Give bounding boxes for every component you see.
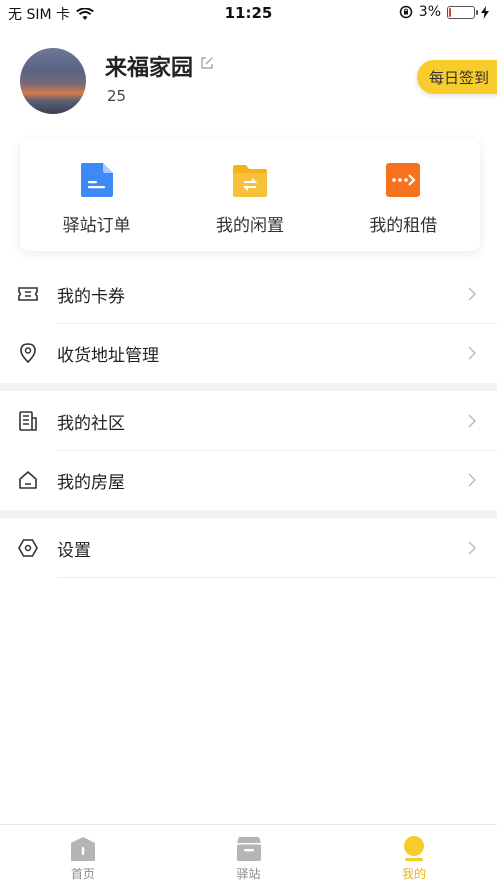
shortcut-label: 驿站订单 (62, 216, 131, 236)
chevron-right-icon (468, 287, 477, 301)
hexagon-settings-icon (18, 539, 38, 557)
rotation-lock-icon (399, 5, 413, 19)
shortcut-label: 我的闲置 (215, 216, 284, 236)
menu-label: 我的房屋 (57, 472, 125, 493)
shortcut-card: 驿站订单 我的闲置 我的租借 (20, 139, 480, 251)
profile-count: 25 (107, 87, 127, 105)
shortcut-station-orders[interactable]: 驿站订单 (20, 139, 173, 251)
building-icon (19, 411, 37, 431)
battery-percent: 3% (418, 4, 441, 20)
chevron-right-icon (468, 541, 477, 555)
menu-item-house[interactable]: 我的房屋 (0, 451, 497, 509)
folder-swap-icon (232, 165, 267, 197)
tab-station[interactable]: 驿站 (166, 825, 332, 883)
menu-label: 设置 (57, 540, 91, 561)
chevron-right-icon (468, 346, 477, 360)
avatar[interactable] (20, 48, 86, 114)
profile-name: 来福家园 (105, 56, 194, 81)
box-icon (236, 837, 261, 861)
battery-icon (447, 5, 478, 19)
charging-bolt-icon (481, 5, 489, 19)
home-icon (70, 837, 95, 861)
ticket-icon (18, 287, 38, 301)
tab-label: 驿站 (236, 867, 261, 881)
user-icon (404, 836, 425, 861)
tab-label: 我的 (402, 867, 427, 881)
menu-label: 我的社区 (57, 413, 125, 434)
battery-level (449, 7, 451, 17)
daily-signin-label: 每日签到 (429, 68, 490, 87)
tab-label: 首页 (70, 867, 95, 881)
shortcut-my-idle[interactable]: 我的闲置 (173, 139, 326, 251)
menu-label: 收货地址管理 (57, 345, 159, 366)
section-gap (0, 383, 497, 391)
daily-signin-button[interactable]: 每日签到 (417, 60, 497, 94)
section-gap (0, 510, 497, 518)
arrow-right-box-icon (386, 163, 421, 197)
chevron-right-icon (468, 414, 477, 428)
menu-label: 我的卡券 (57, 286, 125, 307)
menu-item-settings[interactable]: 设置 (0, 519, 497, 577)
location-pin-icon (20, 343, 36, 364)
shortcut-my-rentals[interactable]: 我的租借 (327, 139, 480, 251)
tab-home[interactable]: 首页 (0, 825, 166, 883)
status-bar: 无 SIM 卡 11:25 3% (0, 0, 497, 26)
tab-mine[interactable]: 我的 (331, 825, 497, 883)
status-right: 3% (399, 4, 489, 20)
house-icon (19, 471, 37, 489)
menu-item-community[interactable]: 我的社区 (0, 392, 497, 450)
document-icon (80, 163, 113, 197)
edit-icon[interactable] (200, 56, 214, 70)
chevron-right-icon (468, 473, 477, 487)
menu-item-coupons[interactable]: 我的卡券 (0, 265, 497, 323)
divider (57, 577, 497, 578)
menu-item-address[interactable]: 收货地址管理 (0, 324, 497, 382)
shortcut-label: 我的租借 (369, 216, 438, 236)
tab-bar: 首页 驿站 我的 (0, 824, 497, 883)
